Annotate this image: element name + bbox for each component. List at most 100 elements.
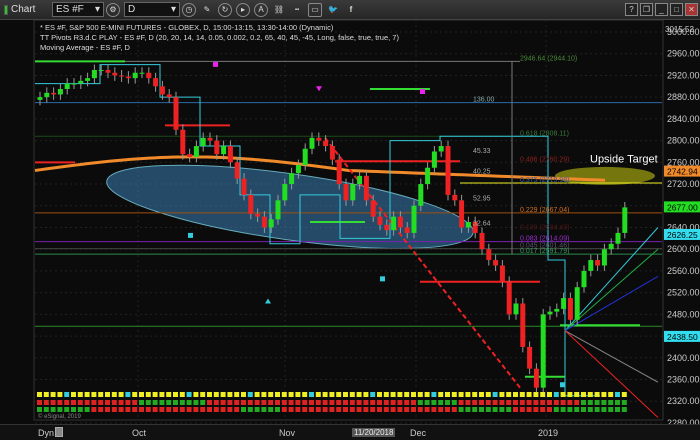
fib-label: 0.375 (2719.98)	[520, 177, 569, 184]
candle-body	[561, 298, 567, 309]
signal-square-bottom	[84, 407, 90, 412]
dyn-toggle-icon[interactable]	[55, 427, 63, 437]
signal-square-bottom	[581, 407, 586, 412]
axis-tick-label: 2720.00	[667, 179, 700, 189]
candle-body	[350, 184, 356, 201]
refresh-icon[interactable]: ↻	[218, 2, 232, 17]
fib-label: 0.017 (2591.79)	[520, 248, 569, 255]
symbol-settings-icon[interactable]: ⚙	[106, 2, 120, 17]
signal-square-bottom	[159, 400, 165, 405]
restore-layout-button[interactable]: ❐	[640, 3, 653, 16]
signal-square-top	[50, 392, 56, 397]
signal-square-top	[71, 392, 76, 397]
candle-body	[554, 308, 560, 312]
time-label-2019: 2019	[538, 428, 559, 438]
signal-square-top	[479, 392, 484, 397]
signal-square-bottom	[139, 407, 144, 412]
candle-body	[438, 146, 444, 152]
facebook-icon[interactable]: f	[344, 3, 358, 17]
signal-square-bottom	[43, 407, 49, 412]
signal-square-top	[608, 392, 614, 397]
candle-body	[166, 94, 172, 98]
candle-body	[540, 314, 546, 388]
candle-body	[119, 75, 125, 77]
signal-square-top	[315, 392, 321, 397]
candle-body	[153, 78, 159, 87]
signal-square-bottom	[621, 407, 627, 412]
signal-square-bottom	[397, 407, 403, 412]
signal-square-top	[506, 392, 512, 397]
time-label-oct: Oct	[132, 428, 147, 438]
signal-square-top	[404, 392, 410, 397]
marker-square	[560, 382, 565, 388]
help-button[interactable]: ?	[625, 3, 638, 16]
signal-square-top	[295, 392, 301, 397]
time-label-dec: Dec	[410, 428, 427, 438]
candle-body	[459, 200, 465, 228]
symbol-select[interactable]: ES #F ▾	[52, 2, 104, 17]
signal-square-bottom	[98, 400, 104, 405]
signal-square-bottom	[77, 400, 83, 405]
marker-square	[213, 61, 218, 67]
axis-tick-label: 2480.00	[667, 309, 700, 319]
signal-square-bottom	[179, 400, 185, 405]
candle-body	[37, 97, 43, 100]
signal-square-bottom	[77, 407, 83, 412]
interval-select[interactable]: D ▾	[124, 2, 180, 17]
candle-body	[391, 216, 397, 231]
marker-square	[380, 276, 385, 282]
signal-square-bottom	[227, 400, 233, 405]
play-icon[interactable]: ▸	[236, 2, 250, 17]
signal-square-top	[560, 392, 566, 397]
candle-body	[574, 287, 580, 320]
signal-square-bottom	[417, 407, 423, 412]
signal-square-bottom	[193, 400, 199, 405]
fib-label: 0.139 (2634.49)	[520, 225, 569, 232]
alert-icon[interactable]: A	[254, 2, 268, 17]
signal-square-bottom	[553, 407, 559, 412]
price-tag-label: 2677.00	[667, 202, 698, 212]
signal-square-bottom	[295, 400, 301, 405]
candle-body	[411, 205, 417, 233]
signal-square-bottom	[472, 407, 478, 412]
signal-square-bottom	[111, 400, 117, 405]
twitter-icon[interactable]: 🐦	[326, 3, 340, 17]
signal-square-bottom	[37, 400, 42, 405]
signal-square-bottom	[336, 400, 342, 405]
signal-square-bottom	[315, 400, 321, 405]
signal-square-bottom	[587, 407, 593, 412]
signal-square-bottom	[547, 407, 552, 412]
signal-square-top	[145, 392, 151, 397]
signal-square-top	[207, 392, 212, 397]
signal-square-bottom	[404, 400, 410, 405]
signal-square-bottom	[404, 407, 410, 412]
ctrl-icon[interactable]: ▪▪	[290, 3, 304, 17]
signal-square-top	[254, 392, 260, 397]
clock-icon[interactable]: ◷	[182, 2, 196, 17]
signal-square-bottom	[479, 407, 484, 412]
signal-square-bottom	[445, 407, 450, 412]
signal-square-bottom	[356, 400, 362, 405]
link-icon[interactable]: ⛓	[272, 3, 286, 17]
candle-body	[268, 219, 274, 228]
candle-body	[139, 72, 145, 74]
signal-square-bottom	[594, 400, 600, 405]
minimize-button[interactable]: _	[655, 3, 668, 16]
price-chart[interactable]: 3000.002960.002920.002880.002840.002800.…	[0, 20, 700, 424]
signal-square-top	[411, 392, 416, 397]
signal-square-bottom	[547, 400, 552, 405]
signal-square-top	[383, 392, 389, 397]
close-button[interactable]: ✕	[685, 3, 698, 16]
fib-label: 32.64	[473, 220, 491, 227]
signal-square-bottom	[186, 400, 192, 405]
pencil-icon[interactable]: ✎	[200, 3, 214, 17]
signal-square-bottom	[302, 400, 308, 405]
comment-icon[interactable]: ▭	[308, 2, 322, 17]
candle-body	[146, 72, 152, 79]
candle-body	[595, 260, 601, 266]
signal-square-bottom	[118, 407, 124, 412]
signal-square-top	[125, 392, 131, 397]
maximize-button[interactable]: □	[670, 3, 683, 16]
signal-square-bottom	[560, 400, 566, 405]
signal-square-bottom	[91, 400, 97, 405]
